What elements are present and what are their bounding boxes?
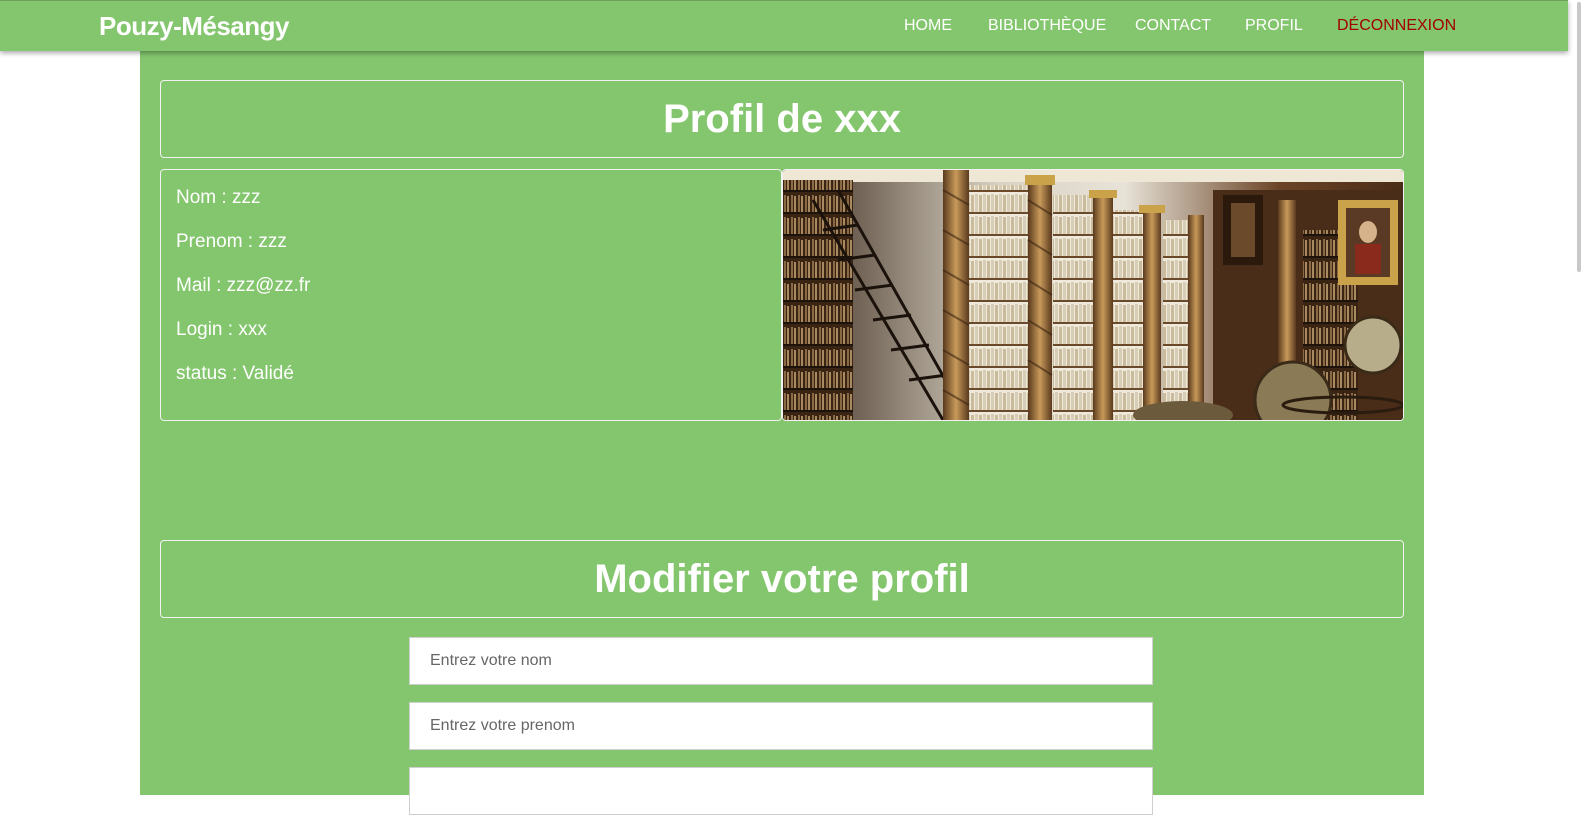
edit-profile-title: Modifier votre profil bbox=[160, 540, 1404, 618]
profile-name: Nom : zzz bbox=[176, 187, 261, 208]
profile-login: Login : xxx bbox=[176, 319, 267, 340]
nav-library-link[interactable]: BIBLIOTHÈQUE bbox=[988, 17, 1106, 35]
nav-home-link[interactable]: HOME bbox=[904, 17, 952, 35]
profile-firstname: Prenom : zzz bbox=[176, 231, 287, 252]
third-input[interactable] bbox=[409, 767, 1153, 815]
firstname-input[interactable] bbox=[409, 702, 1153, 750]
top-navbar: Pouzy-Mésangy HOME BIBLIOTHÈQUE CONTACT … bbox=[0, 0, 1568, 51]
site-brand-link[interactable]: Pouzy-Mésangy bbox=[99, 11, 290, 42]
profile-info-panel: Nom : zzz Prenom : zzz Mail : zzz@zz.fr … bbox=[160, 169, 782, 421]
profile-title: Profil de xxx bbox=[160, 80, 1404, 158]
profile-status: status : Validé bbox=[176, 363, 294, 384]
page-scrollbar[interactable] bbox=[1568, 0, 1588, 795]
profile-email: Mail : zzz@zz.fr bbox=[176, 275, 311, 296]
nav-contact-link[interactable]: CONTACT bbox=[1135, 17, 1211, 35]
scrollbar-thumb[interactable] bbox=[1577, 2, 1581, 272]
main-content: Profil de xxx Nom : zzz Prenom : zzz Mai… bbox=[140, 50, 1424, 815]
library-image bbox=[782, 169, 1404, 421]
nav-profile-link[interactable]: PROFIL bbox=[1245, 17, 1303, 35]
lastname-input[interactable] bbox=[409, 637, 1153, 685]
nav-logout-link[interactable]: DÉCONNEXION bbox=[1337, 17, 1456, 35]
